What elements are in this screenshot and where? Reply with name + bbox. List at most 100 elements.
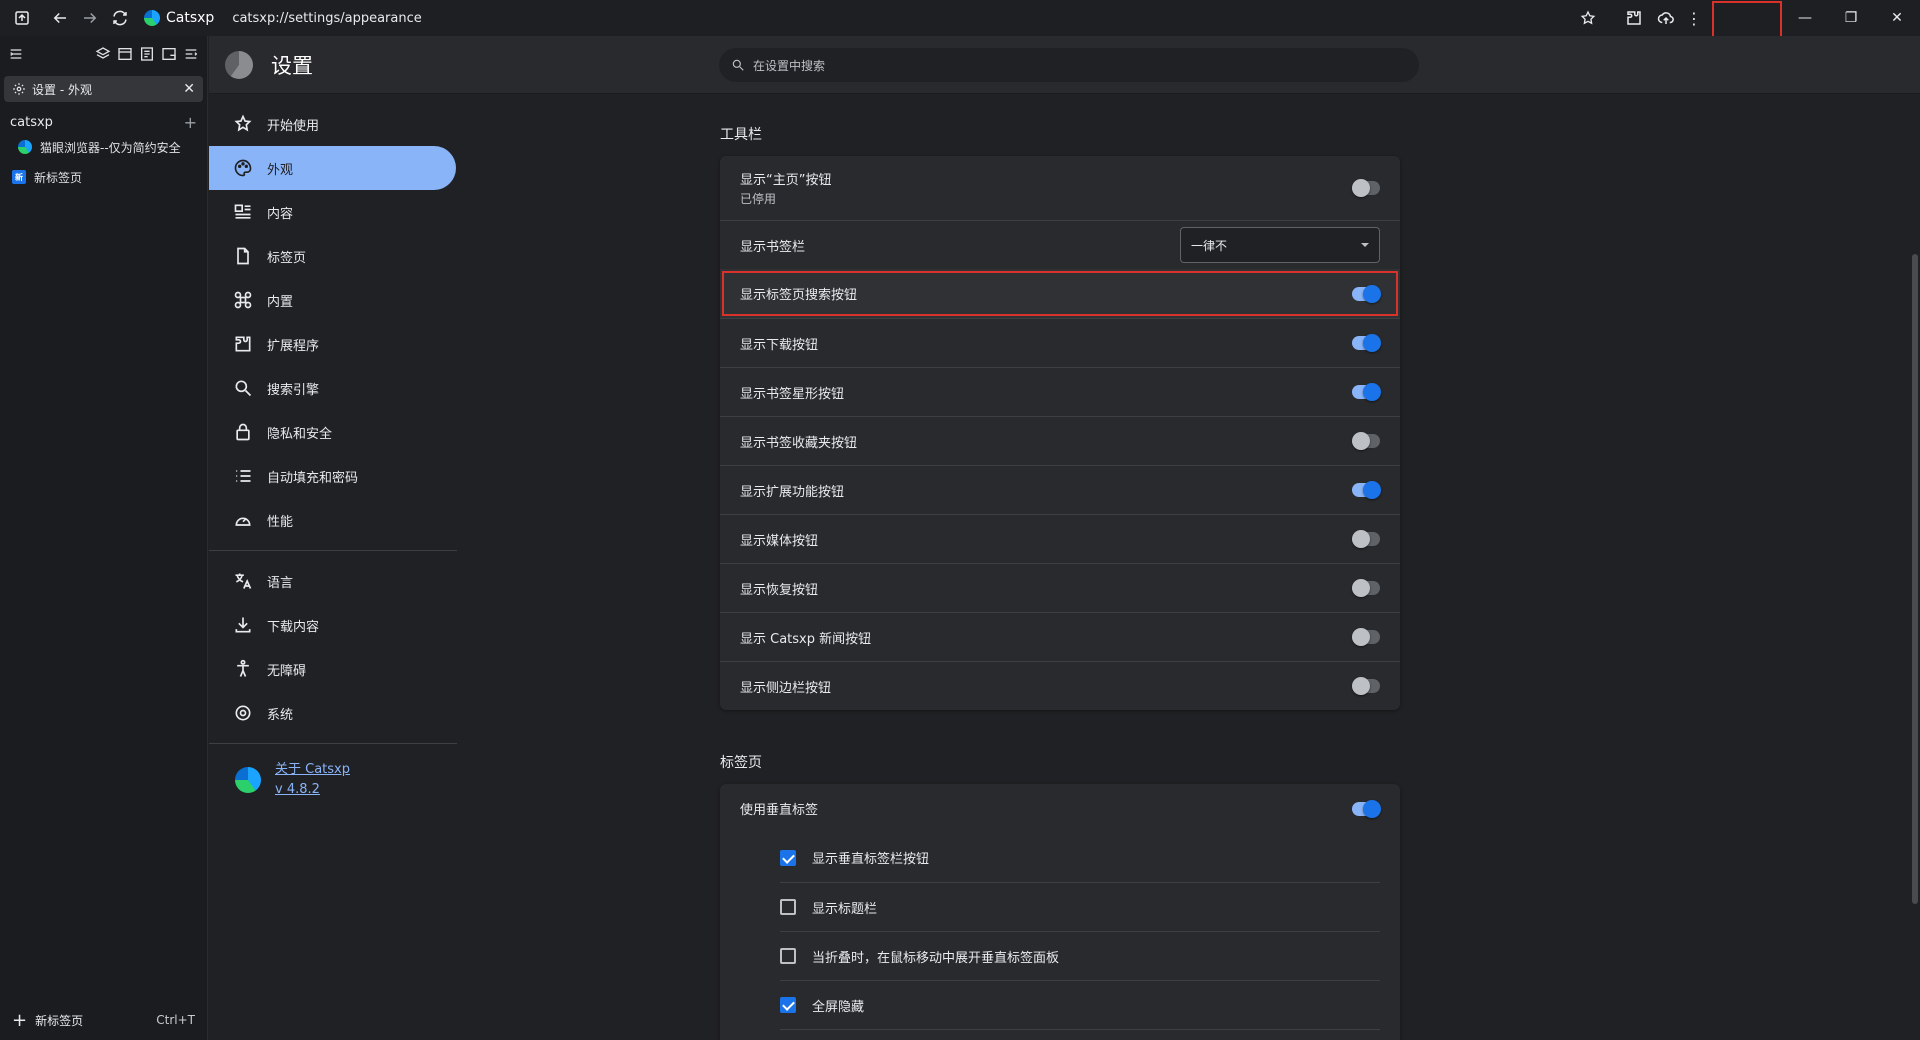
setting-toggle[interactable]	[1352, 284, 1381, 303]
setting-toggle[interactable]	[1352, 432, 1380, 450]
tabs-card: 使用垂直标签 显示垂直标签栏按钮 显示标题栏 当折叠时，在鼠标移动中展开垂直标签面板…	[720, 784, 1400, 1040]
plus-icon: +	[12, 1009, 28, 1031]
setting-row-home-button[interactable]: 显示“主页”按钮 已停用	[720, 156, 1400, 220]
nav-item-tabs[interactable]: 标签页	[209, 234, 457, 278]
restore-button[interactable]: ❐	[1828, 0, 1874, 36]
tab-group-name: catsxp	[10, 114, 53, 130]
nav-item-language[interactable]: 语言	[209, 559, 457, 603]
setting-row[interactable]: 显示媒体按钮	[720, 514, 1400, 563]
settings-content: 工具栏 显示“主页”按钮 已停用 显示书签栏 一律不 显示标签页搜索按钮 显示下载…	[720, 94, 1400, 1040]
nav-item-downloads[interactable]: 下载内容	[209, 603, 457, 647]
add-icon[interactable]: +	[184, 113, 197, 132]
nav-item-system[interactable]: 系统	[209, 691, 457, 735]
gear-icon	[13, 83, 25, 95]
select-value: 一律不	[1191, 238, 1228, 253]
setting-row[interactable]: 显示标签页搜索按钮	[720, 269, 1400, 318]
setting-toggle[interactable]	[1352, 334, 1381, 352]
nav-item-autofill[interactable]: 自动填充和密码	[209, 454, 457, 498]
setting-toggle[interactable]	[1352, 677, 1380, 695]
home-button-toggle[interactable]	[1352, 179, 1380, 197]
collapse-tabs-icon[interactable]	[8, 46, 24, 66]
tab-item[interactable]: 猫眼浏览器--仅为简约安全	[0, 132, 207, 162]
menu-kebab-icon[interactable]: ⋮	[1682, 6, 1706, 30]
setting-label: 显示标签页搜索按钮	[740, 288, 858, 303]
tab-label: 猫眼浏览器--仅为简约安全	[40, 140, 181, 155]
reload-icon[interactable]	[108, 6, 132, 30]
gauge-icon	[235, 517, 251, 526]
back-icon[interactable]	[48, 6, 72, 30]
setting-row-vertical-tabs[interactable]: 使用垂直标签	[720, 784, 1400, 833]
brand[interactable]: Catsxp	[144, 10, 214, 26]
nav-item-extensions[interactable]: 扩展程序	[209, 322, 457, 366]
layers-icon[interactable]	[95, 46, 111, 66]
star-icon[interactable]	[1576, 6, 1600, 30]
tab-label: 新标签页	[34, 170, 83, 185]
nav-item-appearance[interactable]: 外观	[209, 146, 456, 190]
reader-icon[interactable]	[139, 46, 155, 66]
nav-label: 开始使用	[267, 118, 320, 134]
new-tab-label: 新标签页	[35, 1013, 84, 1028]
new-tab-button[interactable]: + 新标签页 Ctrl+T	[0, 1000, 207, 1040]
setting-toggle[interactable]	[1352, 628, 1380, 646]
checkbox[interactable]	[780, 899, 796, 915]
content-icon	[234, 204, 251, 219]
screenshot-icon[interactable]	[161, 46, 177, 66]
tab-item[interactable]: 新 新标签页	[0, 162, 207, 192]
nav-divider	[209, 550, 457, 551]
nav-item-content[interactable]: 内容	[209, 190, 457, 234]
forward-icon[interactable]	[78, 6, 102, 30]
close-tab-icon[interactable]: ✕	[183, 81, 195, 97]
bookmarks-bar-select[interactable]: 一律不	[1180, 227, 1380, 263]
setting-row[interactable]: 显示侧边栏按钮	[720, 661, 1400, 710]
highlight-box	[1712, 1, 1782, 39]
close-window-button[interactable]: ✕	[1874, 0, 1920, 36]
checkbox[interactable]	[780, 948, 796, 964]
nav-item-get-started[interactable]: 开始使用	[209, 102, 457, 146]
checkbox-row[interactable]: 显示标题栏	[780, 882, 1380, 931]
setting-row[interactable]: 显示下载按钮	[720, 318, 1400, 367]
tab-group-header[interactable]: catsxp +	[0, 112, 207, 132]
extensions-icon[interactable]	[1622, 6, 1646, 30]
nav-divider	[209, 743, 457, 744]
checkbox[interactable]	[780, 849, 796, 866]
active-tab[interactable]: 设置 - 外观 ✕	[4, 76, 203, 102]
search-input[interactable]: 在设置中搜索	[719, 48, 1419, 82]
nav-item-performance[interactable]: 性能	[209, 498, 457, 542]
setting-row[interactable]: 显示恢复按钮	[720, 563, 1400, 612]
checkbox-label: 全屏隐藏	[812, 999, 865, 1015]
upload-cloud-icon[interactable]	[1654, 6, 1678, 30]
nav-item-search-engine[interactable]: 搜索引擎	[209, 366, 457, 410]
section-title-tabs: 标签页	[720, 755, 762, 771]
scrollbar[interactable]	[1910, 94, 1920, 1040]
window-icon[interactable]	[117, 46, 133, 66]
checkbox-row[interactable]: 全屏隐藏	[780, 980, 1380, 1029]
nav-item-privacy[interactable]: 隐私和安全	[209, 410, 457, 454]
checkbox-row[interactable]: 显示垂直标签栏按钮	[780, 833, 1380, 882]
setting-toggle[interactable]	[1352, 383, 1381, 401]
tab-list-icon[interactable]	[183, 46, 199, 66]
scrollbar-thumb[interactable]	[1912, 254, 1918, 904]
active-tab-label: 设置 - 外观	[32, 82, 92, 97]
nav-item-accessibility[interactable]: 无障碍	[209, 647, 457, 691]
setting-row[interactable]: 显示书签星形按钮	[720, 367, 1400, 416]
vertical-tabs-toggle[interactable]	[1352, 799, 1381, 818]
setting-toggle[interactable]	[1352, 530, 1380, 548]
setting-row[interactable]: 显示扩展功能按钮	[720, 465, 1400, 514]
nav-item-builtin[interactable]: 内置	[209, 278, 457, 322]
setting-row[interactable]: 显示书签收藏夹按钮	[720, 416, 1400, 465]
setting-toggle[interactable]	[1352, 579, 1380, 597]
checkbox-row[interactable]: 显示滚动条	[780, 1029, 1380, 1040]
home-icon[interactable]	[10, 6, 34, 30]
about-catsxp-link[interactable]: 关于 Catsxp v 4.8.2	[209, 752, 457, 808]
setting-label: 显示书签收藏夹按钮	[740, 435, 858, 451]
setting-toggle[interactable]	[1352, 481, 1381, 499]
minimize-button[interactable]: —	[1782, 0, 1828, 36]
gear-icon	[235, 705, 251, 721]
setting-row[interactable]: 显示 Catsxp 新闻按钮	[720, 612, 1400, 661]
setting-label: 显示侧边栏按钮	[740, 680, 832, 696]
catsxp-logo-icon	[144, 10, 160, 26]
about-text: 关于 Catsxp v 4.8.2	[275, 760, 350, 800]
checkbox-row[interactable]: 当折叠时，在鼠标移动中展开垂直标签面板	[780, 931, 1380, 980]
checkbox[interactable]	[780, 997, 796, 1013]
address-bar[interactable]: catsxp://settings/appearance	[232, 11, 421, 26]
